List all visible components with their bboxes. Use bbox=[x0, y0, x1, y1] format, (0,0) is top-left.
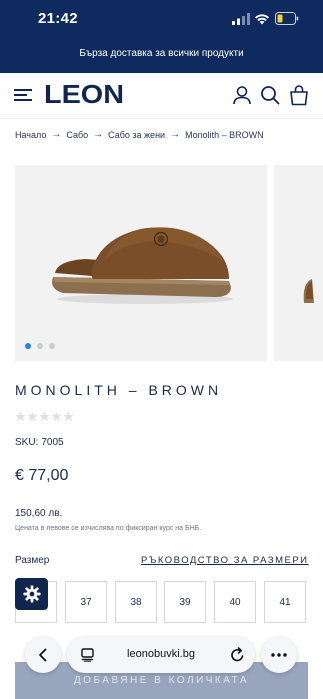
size-option-37[interactable]: 37 bbox=[65, 581, 107, 623]
more-options-button[interactable] bbox=[261, 637, 297, 673]
clog-product-image-partial bbox=[303, 279, 314, 303]
product-image-main[interactable] bbox=[15, 165, 267, 361]
wifi-icon bbox=[255, 14, 269, 25]
gallery-dot[interactable] bbox=[25, 343, 31, 349]
chevron-left-icon bbox=[39, 648, 47, 662]
promo-banner-text: Бърза доставка за всички продукти bbox=[79, 48, 244, 59]
logo-text: LEON bbox=[44, 82, 124, 106]
leon-logo[interactable]: LEON bbox=[44, 82, 124, 106]
back-button[interactable] bbox=[25, 637, 61, 673]
battery-icon bbox=[275, 12, 299, 25]
search-icon[interactable] bbox=[260, 85, 280, 105]
star-icon bbox=[63, 411, 74, 422]
sku-value: 7005 bbox=[41, 437, 64, 448]
address-bar[interactable]: leonobuvki.bg bbox=[67, 637, 255, 673]
gear-icon bbox=[22, 585, 41, 603]
status-time: 21:42 bbox=[38, 10, 78, 27]
product-price-bgn: 150,60 лв. bbox=[15, 508, 63, 519]
star-icon bbox=[15, 411, 26, 422]
status-bar: 21:42 bbox=[0, 0, 323, 38]
sku: SKU: 7005 bbox=[15, 437, 64, 448]
shopping-bag-icon[interactable] bbox=[289, 84, 309, 106]
user-icon[interactable] bbox=[232, 85, 252, 105]
sku-label: SKU: bbox=[15, 437, 39, 448]
star-icon bbox=[51, 411, 62, 422]
menu-icon[interactable] bbox=[14, 87, 32, 103]
breadcrumb-separator: → bbox=[93, 129, 104, 140]
settings-button[interactable] bbox=[15, 578, 48, 610]
price-conversion-note: Цената в левове се изчислява по фиксиран… bbox=[15, 525, 202, 532]
breadcrumb-current: Monolith – BROWN bbox=[185, 129, 264, 140]
breadcrumb-separator: → bbox=[170, 129, 181, 140]
breadcrumb: Начало → Сабо → Сабо за жени → Monolith … bbox=[15, 129, 264, 140]
breadcrumb-home[interactable]: Начало bbox=[15, 130, 46, 140]
breadcrumb-separator: → bbox=[51, 129, 62, 140]
browser-toolbar: leonobuvki.bg bbox=[25, 637, 297, 673]
size-option-39[interactable]: 39 bbox=[164, 581, 206, 623]
star-icon bbox=[27, 411, 38, 422]
size-option-38[interactable]: 38 bbox=[115, 581, 157, 623]
product-price: € 77,00 bbox=[15, 467, 69, 484]
gallery-dot[interactable] bbox=[49, 343, 55, 349]
product-image-next[interactable] bbox=[274, 165, 323, 361]
size-label: Размер bbox=[15, 555, 50, 566]
size-option-40[interactable]: 40 bbox=[214, 581, 256, 623]
breadcrumb-clogs[interactable]: Сабо bbox=[66, 130, 88, 140]
clog-product-image bbox=[52, 227, 233, 304]
size-option-41[interactable]: 41 bbox=[264, 581, 306, 623]
top-banner: 21:42 Бърза доставка за всички продукти bbox=[0, 0, 323, 73]
product-title: MONOLITH – BROWN bbox=[15, 382, 223, 398]
gallery-dot[interactable] bbox=[37, 343, 43, 349]
star-icon bbox=[39, 411, 50, 422]
more-dots-icon bbox=[271, 653, 287, 657]
site-header: LEON bbox=[0, 73, 323, 119]
breadcrumb-womens-clogs[interactable]: Сабо за жени bbox=[108, 130, 165, 140]
size-guide-link[interactable]: РЪКОВОДСТВО ЗА РАЗМЕРИ bbox=[141, 555, 309, 566]
rating-stars bbox=[15, 411, 74, 422]
reload-icon[interactable] bbox=[230, 647, 245, 663]
gallery-pagination bbox=[25, 343, 55, 349]
url-text[interactable]: leonobuvki.bg bbox=[67, 648, 255, 660]
signal-icon bbox=[232, 13, 250, 25]
